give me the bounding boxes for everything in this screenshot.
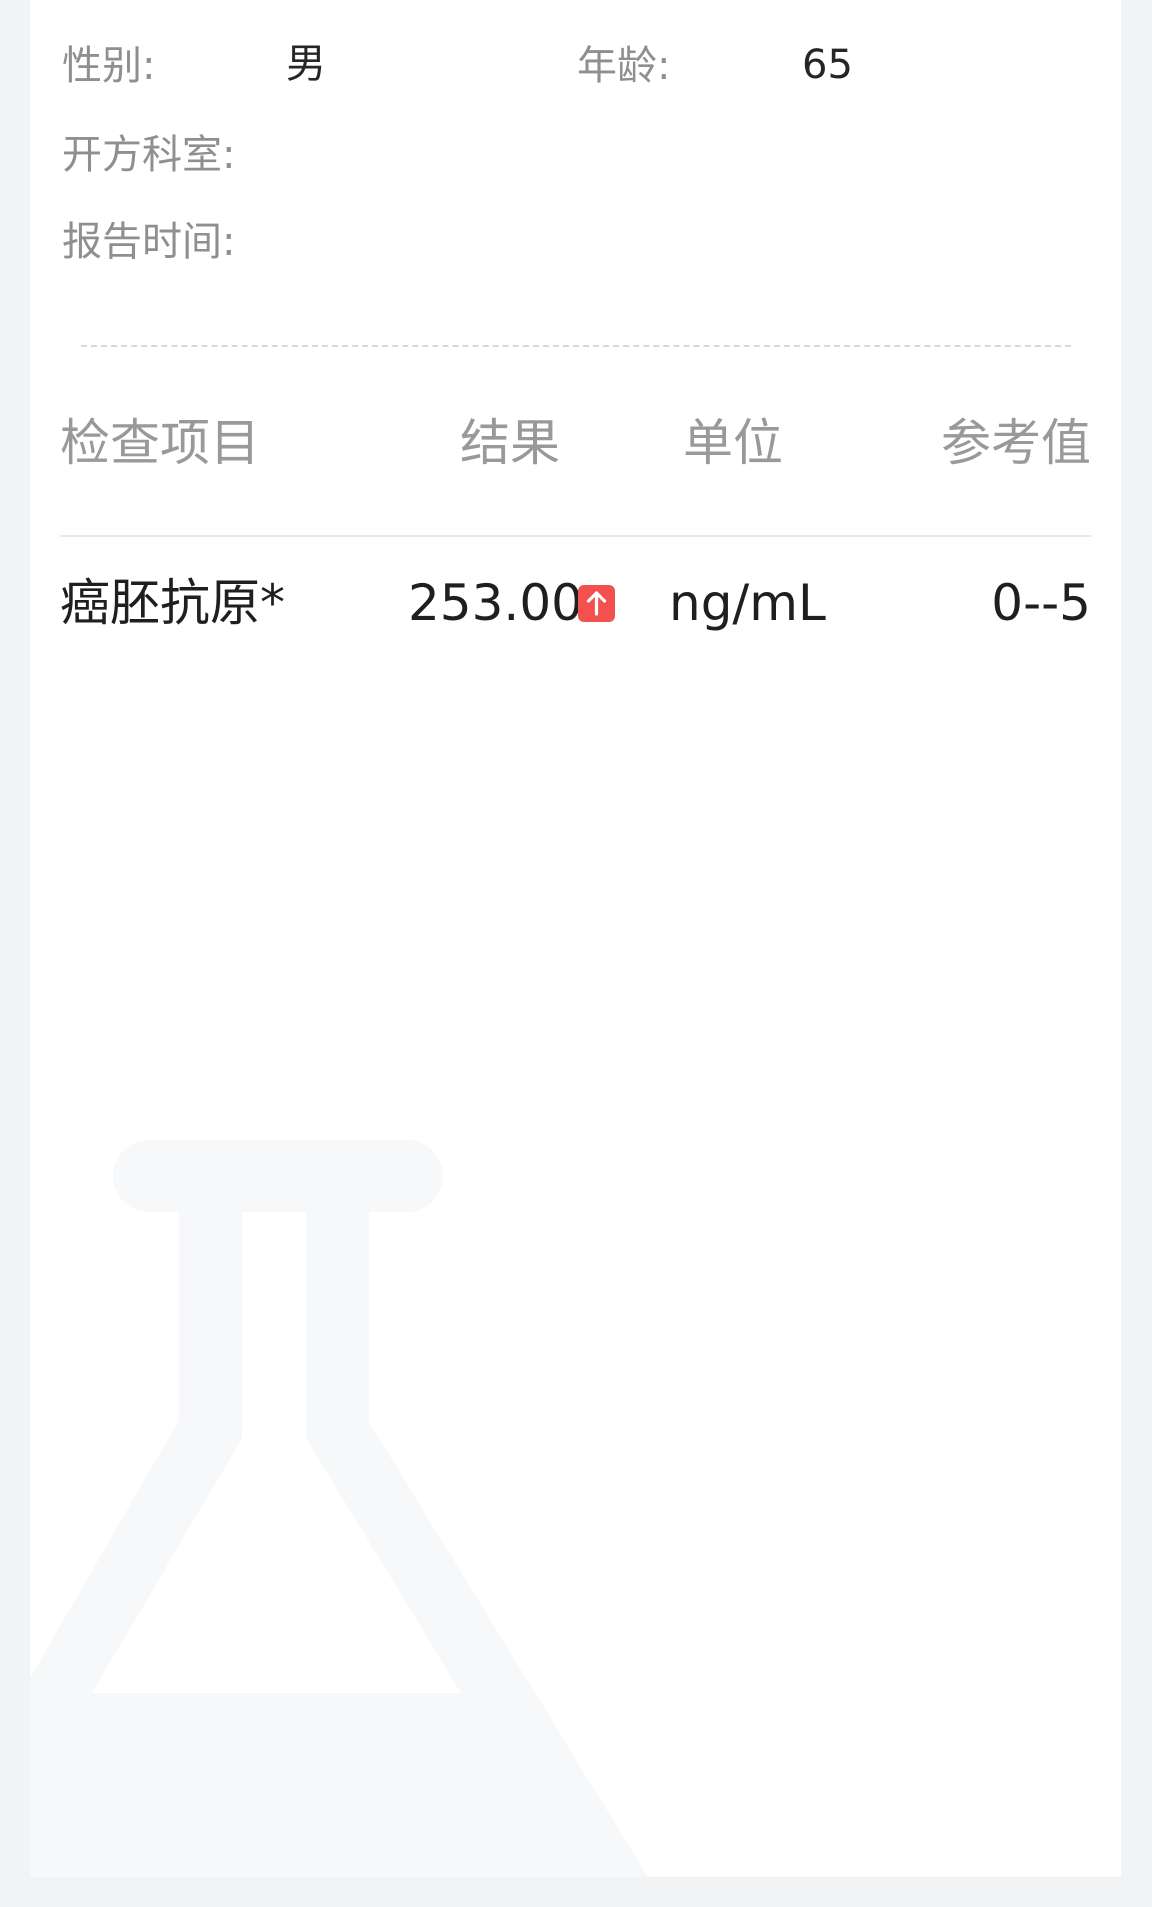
test-unit: ng/mL — [669, 574, 826, 632]
report-time-label: 报告时间: — [62, 219, 236, 265]
table-header-divider — [60, 535, 1091, 537]
column-header-result: 结果 — [460, 414, 560, 472]
report-card: 性别: 男 年龄: 65 开方科室: 报告时间: 检查项目 结果 单位 参考值 … — [30, 0, 1121, 1877]
column-header-unit: 单位 — [683, 414, 783, 472]
age-label: 年龄: — [577, 43, 671, 89]
column-header-item: 检查项目 — [60, 414, 260, 472]
gender-value: 男 — [286, 41, 326, 87]
test-reference-range: 0--5 — [991, 574, 1091, 632]
age-value: 65 — [802, 42, 853, 88]
test-item-name: 癌胚抗原* — [60, 574, 285, 632]
department-label: 开方科室: — [62, 132, 236, 178]
column-header-reference: 参考值 — [941, 414, 1091, 472]
flask-icon — [30, 1140, 648, 1877]
gender-label: 性别: — [62, 43, 156, 89]
arrow-up-icon — [578, 585, 615, 622]
test-result-value: 253.00 — [408, 574, 583, 632]
section-divider — [81, 345, 1071, 347]
